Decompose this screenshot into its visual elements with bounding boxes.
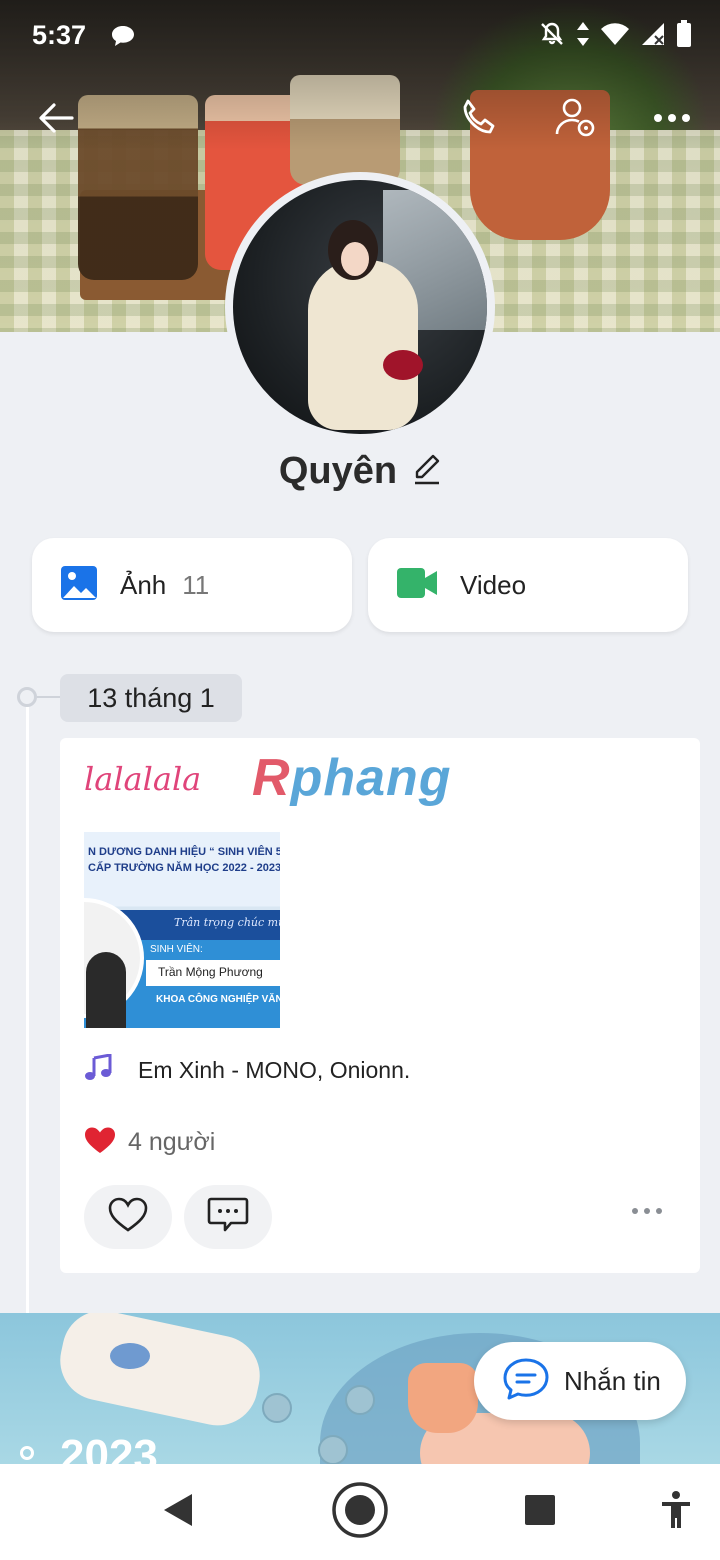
banner-yarn bbox=[318, 1435, 348, 1465]
photo-text-line5: KHOA CÔNG NGHIỆP VĂN bbox=[156, 994, 280, 1005]
videos-label: Video bbox=[460, 569, 527, 600]
post-more-button[interactable] bbox=[632, 1208, 662, 1214]
like-button[interactable] bbox=[84, 1185, 172, 1249]
more-icon bbox=[652, 111, 692, 129]
nav-recents-button[interactable] bbox=[510, 1482, 570, 1542]
nav-recents-icon bbox=[524, 1494, 556, 1531]
battery-icon bbox=[676, 20, 692, 53]
post-photo[interactable]: N DƯƠNG DANH HIỆU “ SINH VIÊN 5 CẤP TRƯỜ… bbox=[84, 832, 280, 1028]
banner-yarn bbox=[345, 1385, 375, 1415]
nav-back-button[interactable] bbox=[148, 1482, 208, 1542]
phone-icon bbox=[459, 97, 501, 144]
more-dot bbox=[644, 1208, 650, 1214]
edit-name-button[interactable] bbox=[413, 453, 441, 490]
photo-student-name: Trần Mộng Phương bbox=[146, 960, 280, 986]
profile-name-row: Quyên bbox=[0, 450, 720, 493]
nav-back-icon bbox=[162, 1493, 194, 1532]
avatar-photo bbox=[233, 180, 487, 434]
status-time: 5:37 bbox=[32, 20, 87, 50]
accessibility-icon bbox=[660, 1490, 692, 1535]
post-card[interactable]: lalalala Rphang N DƯƠNG DANH HIỆU “ SINH… bbox=[60, 738, 700, 1273]
user-settings-icon bbox=[554, 96, 598, 145]
avatar[interactable] bbox=[225, 172, 495, 442]
message-button-label: Nhắn tin bbox=[564, 1365, 661, 1396]
video-icon bbox=[396, 567, 438, 604]
post-music[interactable]: Em Xinh - MONO, Onionn. bbox=[84, 1053, 411, 1087]
photos-label: Ảnh bbox=[120, 569, 167, 600]
photo-text-line1: N DƯƠNG DANH HIỆU “ SINH VIÊN 5 bbox=[88, 846, 280, 858]
timeline-year-dot bbox=[20, 1446, 34, 1460]
photo-text-line4: SINH VIÊN: bbox=[150, 944, 203, 955]
data-arrows-icon bbox=[576, 21, 590, 52]
photo-portrait bbox=[86, 952, 126, 1028]
banner-cat-spot bbox=[110, 1343, 150, 1369]
system-nav-bar bbox=[0, 1464, 720, 1560]
photo-text-line2: CẤP TRƯỜNG NĂM HỌC 2022 - 2023 bbox=[88, 862, 280, 874]
rphang-logo: Rphang bbox=[252, 749, 452, 807]
more-dot bbox=[656, 1208, 662, 1214]
avatar-roses bbox=[383, 350, 423, 380]
nav-home-icon bbox=[331, 1481, 389, 1544]
status-bar: 5:37 bbox=[0, 0, 720, 72]
post-likes[interactable]: 4 người bbox=[84, 1126, 215, 1159]
chat-icon bbox=[502, 1357, 550, 1406]
post-caption: lalalala bbox=[84, 760, 202, 798]
photos-card[interactable]: Ảnh 11 bbox=[32, 538, 352, 632]
nav-home-button[interactable] bbox=[330, 1481, 390, 1544]
timeline-date: 13 tháng 1 bbox=[60, 674, 242, 722]
wifi-icon bbox=[600, 22, 630, 51]
timeline-connector bbox=[37, 696, 61, 698]
song-title: Em Xinh - MONO, Onionn. bbox=[138, 1057, 411, 1083]
signal-icon bbox=[640, 21, 666, 52]
banner-cat-orange bbox=[408, 1363, 478, 1433]
avatar-face bbox=[341, 242, 369, 276]
chat-bubble-icon bbox=[110, 24, 136, 53]
comment-button[interactable] bbox=[184, 1185, 272, 1249]
message-button[interactable]: Nhắn tin bbox=[474, 1342, 686, 1420]
avatar-figure bbox=[308, 260, 418, 430]
heart-outline-icon bbox=[108, 1197, 148, 1238]
profile-name: Quyên bbox=[278, 450, 398, 492]
comment-icon bbox=[207, 1196, 249, 1239]
likes-count: 4 người bbox=[128, 1128, 216, 1156]
timeline-year: 2023 bbox=[60, 1431, 158, 1465]
photo-icon bbox=[60, 565, 98, 606]
more-dot bbox=[632, 1208, 638, 1214]
status-icons bbox=[538, 20, 692, 53]
accessibility-button[interactable] bbox=[646, 1482, 706, 1542]
videos-card[interactable]: Video bbox=[368, 538, 688, 632]
call-button[interactable] bbox=[458, 98, 502, 142]
banner-yarn bbox=[262, 1393, 292, 1423]
profile-settings-button[interactable] bbox=[554, 98, 598, 142]
timeline-dot bbox=[17, 687, 37, 707]
back-button[interactable] bbox=[34, 98, 78, 142]
music-note-icon bbox=[84, 1053, 112, 1087]
pencil-icon bbox=[413, 454, 441, 489]
back-arrow-icon bbox=[36, 98, 76, 143]
banner-cat-white bbox=[52, 1313, 268, 1433]
bell-off-icon bbox=[538, 20, 566, 53]
photo-text-line3: Trân trọng chúc mừ bbox=[174, 916, 280, 929]
heart-icon bbox=[84, 1126, 116, 1159]
more-options-button[interactable] bbox=[650, 98, 694, 142]
photos-count: 11 bbox=[182, 569, 210, 600]
